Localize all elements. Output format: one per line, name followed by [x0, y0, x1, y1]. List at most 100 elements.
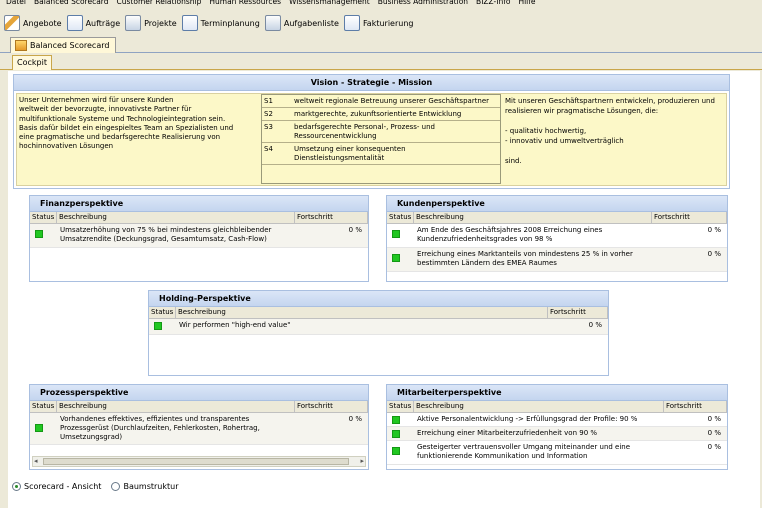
col-desc[interactable]: Beschreibung	[414, 401, 664, 412]
menu-datei[interactable]: Datei	[6, 0, 26, 8]
horizontal-scrollbar[interactable]: ◂ ▸	[32, 456, 366, 467]
col-status[interactable]: Status	[149, 307, 176, 318]
menu-bizz-info[interactable]: BIZZ-Info	[476, 0, 510, 8]
toolbar-button-projekte[interactable]: Projekte	[125, 13, 177, 33]
tab-cockpit[interactable]: Cockpit	[12, 55, 52, 70]
menu-customer-relationship[interactable]: Customer Relationship	[117, 0, 202, 8]
menu-business-administration[interactable]: Business Administration	[378, 0, 468, 8]
strategy-row[interactable]: S3 bedarfsgerechte Personal-, Prozess- un…	[262, 121, 500, 143]
toolbar-button-auftraege[interactable]: Aufträge	[66, 13, 121, 33]
table-row[interactable]: Erreichung einer Mitarbeiterzufriedenhei…	[387, 427, 727, 441]
table-row[interactable]: Erreichung eines Marktanteils von mindes…	[387, 248, 727, 272]
status-indicator	[392, 430, 400, 438]
tasklist-icon	[264, 15, 281, 31]
finanz-table-header: Status Beschreibung Fortschritt	[30, 212, 368, 224]
kunden-table-header: Status Beschreibung Fortschritt	[387, 212, 727, 224]
table-row[interactable]: Am Ende des Geschäftsjahres 2008 Erreich…	[387, 224, 727, 248]
radio-selected-icon	[12, 482, 21, 491]
finanz-panel: Finanzperspektive Status Beschreibung Fort…	[29, 195, 369, 282]
row-progress: 0 %	[707, 443, 721, 451]
table-row[interactable]: Vorhandenes effektives, effizientes und …	[30, 413, 368, 445]
col-desc[interactable]: Beschreibung	[57, 212, 295, 223]
status-cell	[387, 427, 414, 440]
cockpit-content: Vision - Strategie - Mission Unser Unter…	[8, 71, 760, 508]
vision-text: Unser Unternehmen wird für unsere Kunden…	[19, 96, 234, 151]
strategy-code: S4	[264, 145, 273, 153]
prozess-panel: Prozessperspektive Status Beschreibung For…	[29, 384, 369, 470]
strategy-text: marktgerechte, zukunftsorientierte Entwi…	[294, 110, 462, 118]
table-row[interactable]: Umsatzerhöhung von 75 % bei mindestens g…	[30, 224, 368, 248]
col-status[interactable]: Status	[30, 212, 57, 223]
strategy-row[interactable]: S4 Umsetzung einer konsequenten Dienstlei…	[262, 143, 500, 165]
toolbar-button-angebote[interactable]: Angebote	[4, 13, 62, 33]
holding-table-header: Status Beschreibung Fortschritt	[149, 307, 608, 319]
mission-text: Mit unseren Geschäftspartnern entwickeln…	[505, 97, 715, 165]
finanz-title: Finanzperspektive	[30, 196, 368, 212]
scroll-left-icon[interactable]: ◂	[34, 457, 38, 466]
col-status[interactable]: Status	[387, 212, 414, 223]
status-cell	[387, 224, 414, 247]
scrollbar-thumb[interactable]	[43, 458, 349, 465]
col-desc[interactable]: Beschreibung	[176, 307, 548, 318]
status-cell	[387, 441, 414, 464]
radio-tree-view[interactable]: Baumstruktur	[111, 482, 179, 491]
status-cell	[387, 248, 414, 271]
view-switcher: Scorecard - Ansicht Baumstruktur	[12, 482, 179, 491]
col-status[interactable]: Status	[387, 401, 414, 412]
side-splitter[interactable]	[0, 200, 8, 290]
strategy-list: S1 weltweit regionale Betreuung unserer G…	[261, 94, 501, 184]
tab-balanced-scorecard[interactable]: Balanced Scorecard	[10, 37, 117, 53]
tab-label: Balanced Scorecard	[30, 41, 110, 50]
toolbar-button-terminplanung[interactable]: Terminplanung	[181, 13, 260, 33]
toolbar-label: Aufträge	[85, 18, 121, 28]
col-desc[interactable]: Beschreibung	[57, 401, 295, 412]
strategy-row[interactable]: S2 marktgerechte, zukunftsorientierte Ent…	[262, 108, 500, 121]
menu-wissensmanagement[interactable]: Wissensmanagement	[289, 0, 370, 8]
strategy-row[interactable]: S1 weltweit regionale Betreuung unserer G…	[262, 95, 500, 108]
col-prog[interactable]: Fortschritt	[664, 401, 727, 412]
row-progress: 0 %	[707, 429, 721, 437]
menu-balanced-scorecard[interactable]: Balanced Scorecard	[34, 0, 109, 8]
offers-icon	[4, 15, 20, 31]
menu-hilfe[interactable]: Hilfe	[518, 0, 535, 8]
table-row[interactable]: Aktive Personalentwicklung -> Erfüllungs…	[387, 413, 727, 427]
status-indicator	[35, 424, 43, 432]
row-desc: Wir performen "high-end value"	[179, 321, 291, 329]
mitarbeiter-title: Mitarbeiterperspektive	[387, 385, 727, 401]
strategy-code: S3	[264, 123, 273, 131]
strategy-code: S2	[264, 110, 273, 118]
col-prog[interactable]: Fortschritt	[548, 307, 608, 318]
col-prog[interactable]: Fortschritt	[295, 401, 368, 412]
col-status[interactable]: Status	[30, 401, 57, 412]
row-progress: 0 %	[707, 415, 721, 423]
status-cell	[387, 413, 414, 426]
scroll-right-icon[interactable]: ▸	[360, 457, 364, 466]
col-prog[interactable]: Fortschritt	[295, 212, 368, 223]
scorecard-icon	[15, 40, 27, 51]
radio-label: Scorecard - Ansicht	[24, 482, 102, 491]
status-indicator	[154, 322, 162, 330]
kunden-panel: Kundenperspektive Status Beschreibung Fort…	[386, 195, 728, 282]
orders-icon	[66, 15, 83, 31]
table-row[interactable]: Wir performen "high-end value" 0 %	[149, 319, 608, 335]
col-desc[interactable]: Beschreibung	[414, 212, 652, 223]
toolbar-label: Angebote	[23, 18, 62, 28]
toolbar-button-fakturierung[interactable]: Fakturierung	[343, 13, 414, 33]
row-progress: 0 %	[348, 226, 362, 234]
row-desc: Aktive Personalentwicklung -> Erfüllungs…	[417, 415, 638, 423]
radio-scorecard-view[interactable]: Scorecard - Ansicht	[12, 482, 101, 491]
calendar-icon	[181, 15, 198, 31]
toolbar-button-aufgabenliste[interactable]: Aufgabenliste	[264, 13, 339, 33]
vision-body: Unser Unternehmen wird für unsere Kunden…	[16, 93, 727, 186]
status-cell	[30, 224, 57, 247]
col-prog[interactable]: Fortschritt	[652, 212, 727, 223]
strategy-text: weltweit regionale Betreuung unserer Ges…	[294, 97, 490, 105]
vision-panel: Vision - Strategie - Mission Unser Unter…	[13, 74, 730, 189]
row-progress: 0 %	[588, 321, 602, 329]
table-row[interactable]: Gesteigerter vertrauensvoller Umgang mit…	[387, 441, 727, 465]
status-cell	[30, 413, 57, 444]
menu-human-ressources[interactable]: Human Ressources	[209, 0, 281, 8]
radio-label: Baumstruktur	[123, 482, 179, 491]
status-indicator	[392, 254, 400, 262]
invoicing-icon	[343, 15, 360, 31]
